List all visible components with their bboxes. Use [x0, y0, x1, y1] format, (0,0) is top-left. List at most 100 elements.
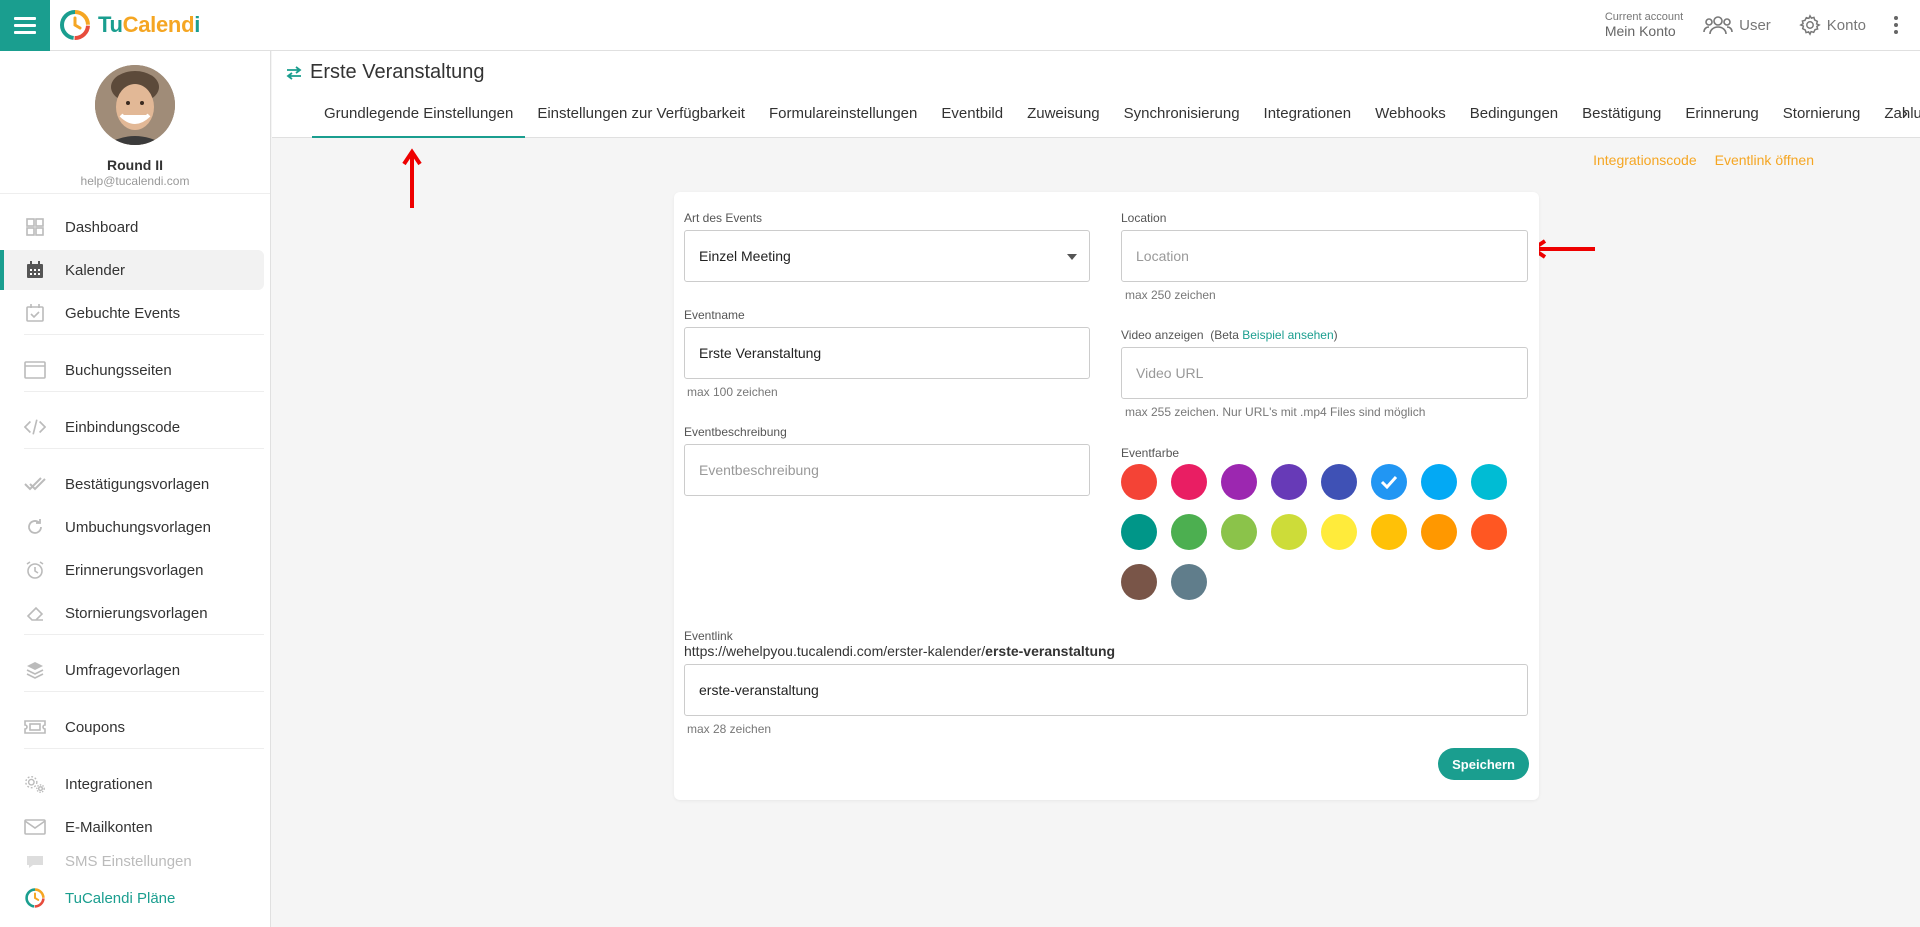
location-input[interactable]: Location: [1121, 230, 1528, 282]
sidebar-item-coupons[interactable]: Coupons: [0, 707, 271, 747]
color-swatch[interactable]: [1371, 514, 1407, 550]
account-name: Mein Konto: [1604, 23, 1676, 39]
tab-zuweisung[interactable]: Zuweisung: [1015, 89, 1112, 138]
tucalendi-logo-icon: [60, 10, 90, 40]
tab-webhooks[interactable]: Webhooks: [1363, 89, 1458, 138]
tucalendi-logo-icon: [24, 887, 46, 909]
check-icon: [1380, 475, 1398, 489]
color-swatch[interactable]: [1171, 564, 1207, 600]
sidebar-divider: [24, 334, 264, 335]
tab-bedingungen[interactable]: Bedingungen: [1458, 89, 1570, 138]
sidebar-item-label: TuCalendi Pläne: [65, 889, 176, 907]
sidebar-item-label: Stornierungsvorlagen: [65, 604, 208, 622]
color-swatch[interactable]: [1121, 514, 1157, 550]
dashboard-icon: [24, 216, 46, 238]
color-swatch[interactable]: [1271, 514, 1307, 550]
tab-formulareinstellungen[interactable]: Formulareinstellungen: [757, 89, 929, 138]
color-swatch[interactable]: [1271, 464, 1307, 500]
sidebar-item-tucalendi-plaene[interactable]: TuCalendi Pläne: [0, 878, 271, 918]
color-swatch[interactable]: [1171, 464, 1207, 500]
color-swatch[interactable]: [1321, 464, 1357, 500]
event-name-input[interactable]: Erste Veranstaltung: [684, 327, 1090, 379]
sidebar-item-dashboard[interactable]: Dashboard: [0, 207, 271, 247]
tab-bar: Grundlegende Einstellungen Einstellungen…: [312, 89, 1920, 138]
color-swatch[interactable]: [1121, 564, 1157, 600]
sidebar-item-umfragevorlagen[interactable]: Umfragevorlagen: [0, 650, 271, 690]
location-hint: max 250 zeichen: [1125, 288, 1216, 302]
color-swatch[interactable]: [1321, 514, 1357, 550]
sidebar-item-label: Coupons: [65, 718, 126, 736]
color-swatch[interactable]: [1471, 464, 1507, 500]
integration-code-link[interactable]: Integrationscode: [1593, 152, 1697, 168]
tab-grundlegende-einstellungen[interactable]: Grundlegende Einstellungen: [312, 89, 526, 138]
user-menu[interactable]: User: [1703, 14, 1771, 36]
sidebar-item-label: Bestätigungsvorlagen: [65, 475, 210, 493]
sidebar-item-label: Gebuchte Events: [65, 304, 181, 322]
users-icon: [1703, 16, 1733, 35]
color-swatch[interactable]: [1471, 514, 1507, 550]
sidebar-divider: [24, 391, 264, 392]
eventlink-hint: max 28 zeichen: [687, 722, 772, 736]
profile-section: Round II help@tucalendi.com: [0, 51, 270, 194]
event-type-value: Einzel Meeting: [699, 248, 791, 264]
tab-zahlung[interactable]: Zahlung: [1872, 89, 1920, 138]
sidebar-item-label: Dashboard: [65, 218, 139, 236]
tab-bestaetigung[interactable]: Bestätigung: [1570, 89, 1673, 138]
refresh-icon: [24, 516, 46, 538]
tab-erinnerung[interactable]: Erinnerung: [1673, 89, 1770, 138]
color-swatch[interactable]: [1121, 464, 1157, 500]
gear-icon: [1799, 14, 1821, 36]
tab-verfuegbarkeit[interactable]: Einstellungen zur Verfügbarkeit: [525, 89, 757, 138]
sidebar: Round II help@tucalendi.com Dashboard Ka…: [0, 51, 271, 927]
color-swatch[interactable]: [1421, 514, 1457, 550]
mail-icon: [24, 816, 46, 838]
sidebar-item-umbuchungsvorlagen[interactable]: Umbuchungsvorlagen: [0, 507, 271, 547]
annotation-arrow-left-icon: [1529, 239, 1595, 259]
double-check-icon: [24, 473, 46, 495]
konto-menu[interactable]: Konto: [1799, 14, 1866, 36]
sidebar-divider: [24, 691, 264, 692]
sidebar-item-sms-einstellungen[interactable]: SMS Einstellungen: [0, 841, 271, 881]
tab-synchronisierung[interactable]: Synchronisierung: [1112, 89, 1252, 138]
sidebar-item-label: Umbuchungsvorlagen: [65, 518, 211, 536]
event-settings-form: Art des Events Einzel Meeting Eventname …: [674, 192, 1539, 800]
eventlink-slug-input[interactable]: erste-veranstaltung: [684, 664, 1528, 716]
video-url-input[interactable]: Video URL: [1121, 347, 1528, 399]
sidebar-item-stornierungsvorlagen[interactable]: Stornierungsvorlagen: [0, 593, 271, 633]
tab-integrationen[interactable]: Integrationen: [1252, 89, 1364, 138]
sidebar-item-integrationen[interactable]: Integrationen: [0, 764, 271, 804]
event-name-label: Eventname: [684, 308, 745, 322]
color-swatch[interactable]: [1421, 464, 1457, 500]
color-swatch[interactable]: [1221, 514, 1257, 550]
example-link[interactable]: Beispiel ansehen: [1242, 328, 1333, 342]
color-swatch[interactable]: [1221, 464, 1257, 500]
sidebar-item-einbindungscode[interactable]: Einbindungscode: [0, 407, 271, 447]
sidebar-item-buchungsseiten[interactable]: Buchungsseiten: [0, 350, 271, 390]
current-account[interactable]: Current account Mein Konto: [1604, 12, 1683, 39]
open-event-link[interactable]: Eventlink öffnen: [1715, 152, 1814, 168]
tab-scroll-right-icon[interactable]: ›: [1902, 103, 1908, 124]
more-options-icon[interactable]: [1894, 16, 1898, 34]
sidebar-item-erinnerungsvorlagen[interactable]: Erinnerungsvorlagen: [0, 550, 271, 590]
sidebar-item-gebuchte-events[interactable]: Gebuchte Events: [0, 293, 271, 333]
konto-label: Konto: [1826, 16, 1866, 34]
sidebar-item-label: Kalender: [65, 261, 126, 279]
sidebar-divider: [24, 634, 264, 635]
description-input[interactable]: Eventbeschreibung: [684, 444, 1090, 496]
sidebar-item-bestaetigungsvorlagen[interactable]: Bestätigungsvorlagen: [0, 464, 271, 504]
save-button[interactable]: Speichern: [1438, 748, 1529, 780]
color-swatch[interactable]: [1371, 464, 1407, 500]
tab-eventbild[interactable]: Eventbild: [929, 89, 1015, 138]
tab-stornierung[interactable]: Stornierung: [1771, 89, 1873, 138]
avatar[interactable]: [95, 65, 175, 145]
sidebar-item-kalender[interactable]: Kalender: [0, 250, 264, 290]
profile-email: help@tucalendi.com: [80, 174, 190, 188]
event-type-select[interactable]: Einzel Meeting: [684, 230, 1090, 282]
profile-name: Round II: [107, 157, 163, 173]
color-swatch[interactable]: [1171, 514, 1207, 550]
menu-icon[interactable]: [0, 0, 50, 51]
brand-name: TuCalendi: [98, 12, 201, 37]
eventlink-label: Eventlink: [684, 629, 733, 643]
sidebar-item-label: SMS Einstellungen: [65, 852, 192, 870]
brand-logo[interactable]: TuCalendi: [58, 8, 200, 42]
